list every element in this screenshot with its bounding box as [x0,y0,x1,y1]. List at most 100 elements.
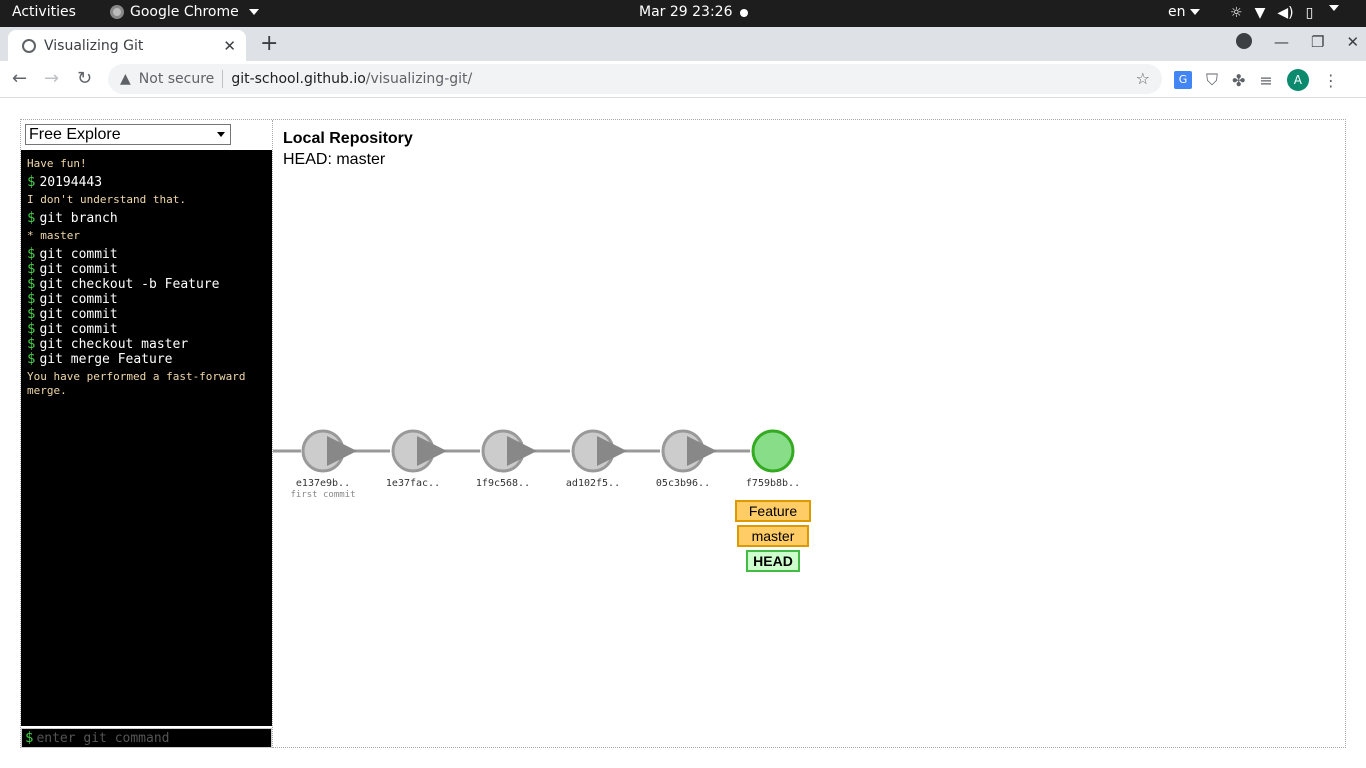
tab-title: Visualizing Git [44,37,144,54]
console-command-line: $ git commit [27,247,266,262]
console-command-line: $ git commit [27,322,266,337]
commit-message: first commit [290,490,355,500]
console-output-line: You have performed a fast-forward merge. [27,370,266,398]
visualizing-git-app: Free Explore Have fun! $20194443 I don't u… [20,119,1346,748]
console-command-line: $ git commit [27,307,266,322]
console-line-text: git commit [39,322,118,337]
restore-icon[interactable]: ❐ [1311,33,1324,51]
wifi-icon: ▼ [1254,5,1266,21]
console-line-text: I don't understand that. [27,193,186,206]
git-command-input[interactable] [36,730,257,746]
console-command-line: $20194443 [27,175,266,190]
console-output-line: * master [27,229,266,243]
url-path: /visualizing-git/ [365,71,473,87]
window-controls: — ❐ ✕ [1236,33,1359,51]
activities-button[interactable]: Activities [12,4,76,20]
console-output-line: I don't understand that. [27,193,266,207]
console-command-line: $ git commit [27,292,266,307]
commit-id: 1e37fac.. [386,478,440,489]
brightness-icon: ☼ [1230,5,1243,21]
chevron-down-icon [248,9,259,15]
commit-id: 05c3b96.. [656,478,710,489]
head-ref-label: HEAD [753,553,793,569]
console-line-text: 20194443 [39,175,103,190]
prompt-dollar-icon: $ [27,261,36,277]
system-tray[interactable]: ☼ ▼ ◀) ▯ [1230,5,1340,21]
prompt-dollar-icon: $ [27,351,36,367]
commit-id: ad102f5.. [566,478,620,489]
console-command-line: $ git branch [27,211,266,226]
app-menu[interactable]: Google Chrome [110,4,259,20]
kebab-menu-icon[interactable]: ⋮ [1323,71,1339,90]
prompt-dollar-icon: $ [27,291,36,307]
battery-icon: ▯ [1305,5,1314,21]
forward-arrow-icon[interactable]: → [44,68,59,89]
language-label: en [1168,4,1186,20]
tab-search-icon[interactable] [1236,33,1252,49]
chevron-down-icon [1329,5,1340,11]
console-line-text: You have performed a fast-forward merge. [27,370,253,397]
prompt-dollar-icon: $ [25,730,34,746]
commit-id: 1f9c568.. [476,478,530,489]
url-host: git-school.github.io [231,71,366,87]
commit-graph: e137e9b..first commit 1e37fac.. 1f9c568.. a… [273,429,811,572]
control-panel: Free Explore Have fun! $20194443 I don't u… [21,120,272,748]
browser-toolbar: ← → ↻ ▲ Not secure git-school.github.io /… [0,61,1366,98]
new-tab-button[interactable]: + [260,31,278,56]
extensions-area: G ⛉ ✤ ≡ A ⋮ [1174,69,1339,91]
back-arrow-icon[interactable]: ← [12,68,27,89]
minimize-icon[interactable]: — [1274,33,1289,51]
branch-ref-label: master [752,528,795,544]
divider [222,70,224,88]
scenario-selected-label: Free Explore [29,125,121,143]
media-controls-icon[interactable]: ≡ [1259,71,1272,90]
not-secure-label[interactable]: Not secure [139,71,215,87]
commit-node[interactable] [391,429,435,473]
console-line-text: git branch [39,211,118,226]
clock[interactable]: Mar 29 23:26 [639,4,732,20]
tab-strip: Visualizing Git ✕ + — ❐ ✕ [0,27,1366,61]
address-bar[interactable]: ▲ Not secure git-school.github.io/visual… [108,64,1162,94]
console-command-line: $ git commit [27,262,266,277]
prompt-dollar-icon: $ [27,276,36,292]
bookmark-star-icon[interactable]: ☆ [1136,69,1150,88]
console-command-line: $ git merge Feature [27,352,266,367]
notification-dot-icon [740,9,748,17]
prompt-dollar-icon: $ [27,306,36,322]
console-line-text: git commit [39,262,118,277]
close-window-icon[interactable]: ✕ [1346,33,1359,51]
prompt-dollar-icon: $ [27,246,36,262]
globe-icon [22,38,36,53]
prompt-dollar-icon: $ [27,336,36,352]
console-line-text: * master [27,229,80,242]
reload-icon[interactable]: ↻ [77,68,92,89]
scenario-select[interactable]: Free Explore [25,124,231,145]
prompt-dollar-icon: $ [27,174,36,190]
command-log: Have fun! $20194443 I don't understand tha… [21,150,272,726]
close-icon[interactable]: ✕ [223,37,236,55]
commit-node[interactable] [751,429,795,473]
system-top-bar: Activities Google Chrome Mar 29 23:26 en… [0,0,1366,27]
app-menu-label: Google Chrome [130,4,239,20]
commit-node[interactable] [481,429,525,473]
commit-node[interactable] [571,429,615,473]
prompt-dollar-icon: $ [27,210,36,226]
console-line-text: git commit [39,307,118,322]
console-line-text: Have fun! [27,157,87,170]
commit-id: e137e9b.. [296,478,350,489]
branch-ref-label: Feature [749,503,797,519]
shield-extension-icon[interactable]: ⛉ [1206,70,1218,90]
console-line-text: git commit [39,247,118,262]
translate-extension-icon[interactable]: G [1174,71,1192,89]
keyboard-language[interactable]: en [1168,4,1200,20]
puzzle-icon[interactable]: ✤ [1232,71,1245,90]
console-command-line: $ git checkout master [27,337,266,352]
repository-view: Local Repository HEAD: master e137e9b.. f… [272,120,1346,748]
avatar[interactable]: A [1286,69,1309,91]
warning-icon[interactable]: ▲ [120,71,131,87]
commit-node[interactable] [661,429,705,473]
tab-visualizing-git[interactable]: Visualizing Git ✕ [8,30,246,61]
commit-id: f759b8b.. [746,478,800,489]
commit-node[interactable] [301,429,345,473]
console-output-line: Have fun! [27,157,266,171]
